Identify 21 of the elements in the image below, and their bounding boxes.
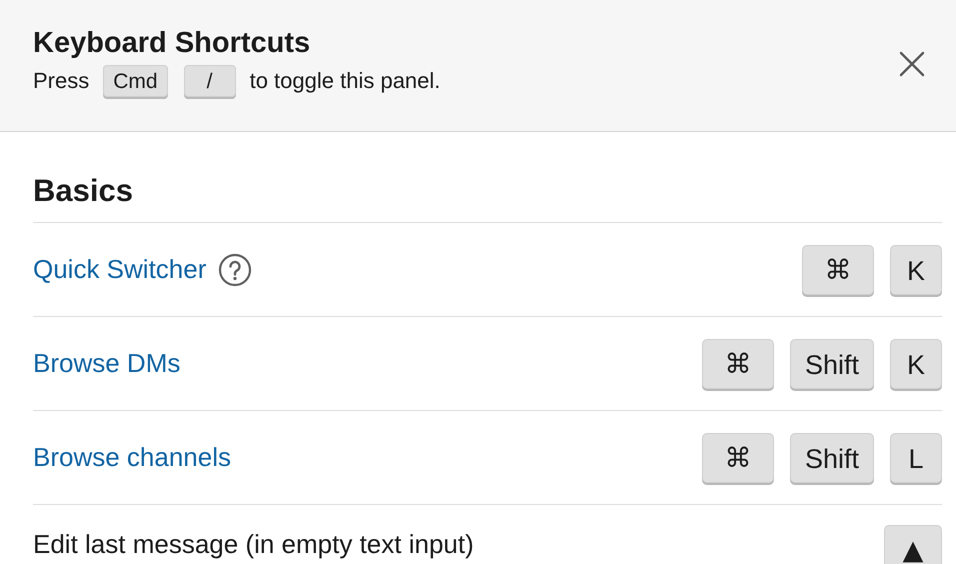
key-cap: Shift <box>790 432 874 482</box>
close-icon <box>899 51 925 77</box>
section-title: Basics <box>33 172 134 210</box>
key-cap: ⌘ <box>702 432 774 482</box>
key-cap: / <box>184 64 236 96</box>
key-cap: Shift <box>790 338 874 388</box>
key-cap: ▲ <box>884 525 942 564</box>
shortcut-label: Edit last message (in empty text input) <box>33 529 474 559</box>
key-cap: ⌘ <box>802 244 874 294</box>
shortcut-link[interactable]: Browse channels <box>33 438 231 477</box>
key-cap: Cmd <box>103 64 168 96</box>
key-cap: K <box>890 244 942 294</box>
help-icon[interactable] <box>218 252 252 286</box>
panel-title: Keyboard Shortcuts <box>33 26 312 60</box>
key-cap: L <box>890 432 942 482</box>
key-cap: K <box>890 338 942 388</box>
key-cap: ⌘ <box>702 338 774 388</box>
shortcut-link[interactable]: Quick Switcher <box>33 250 206 289</box>
hint-text: Press <box>33 67 90 95</box>
shortcut-link[interactable]: Browse DMs <box>33 344 180 383</box>
hint-text: to toggle this panel. <box>250 67 440 95</box>
